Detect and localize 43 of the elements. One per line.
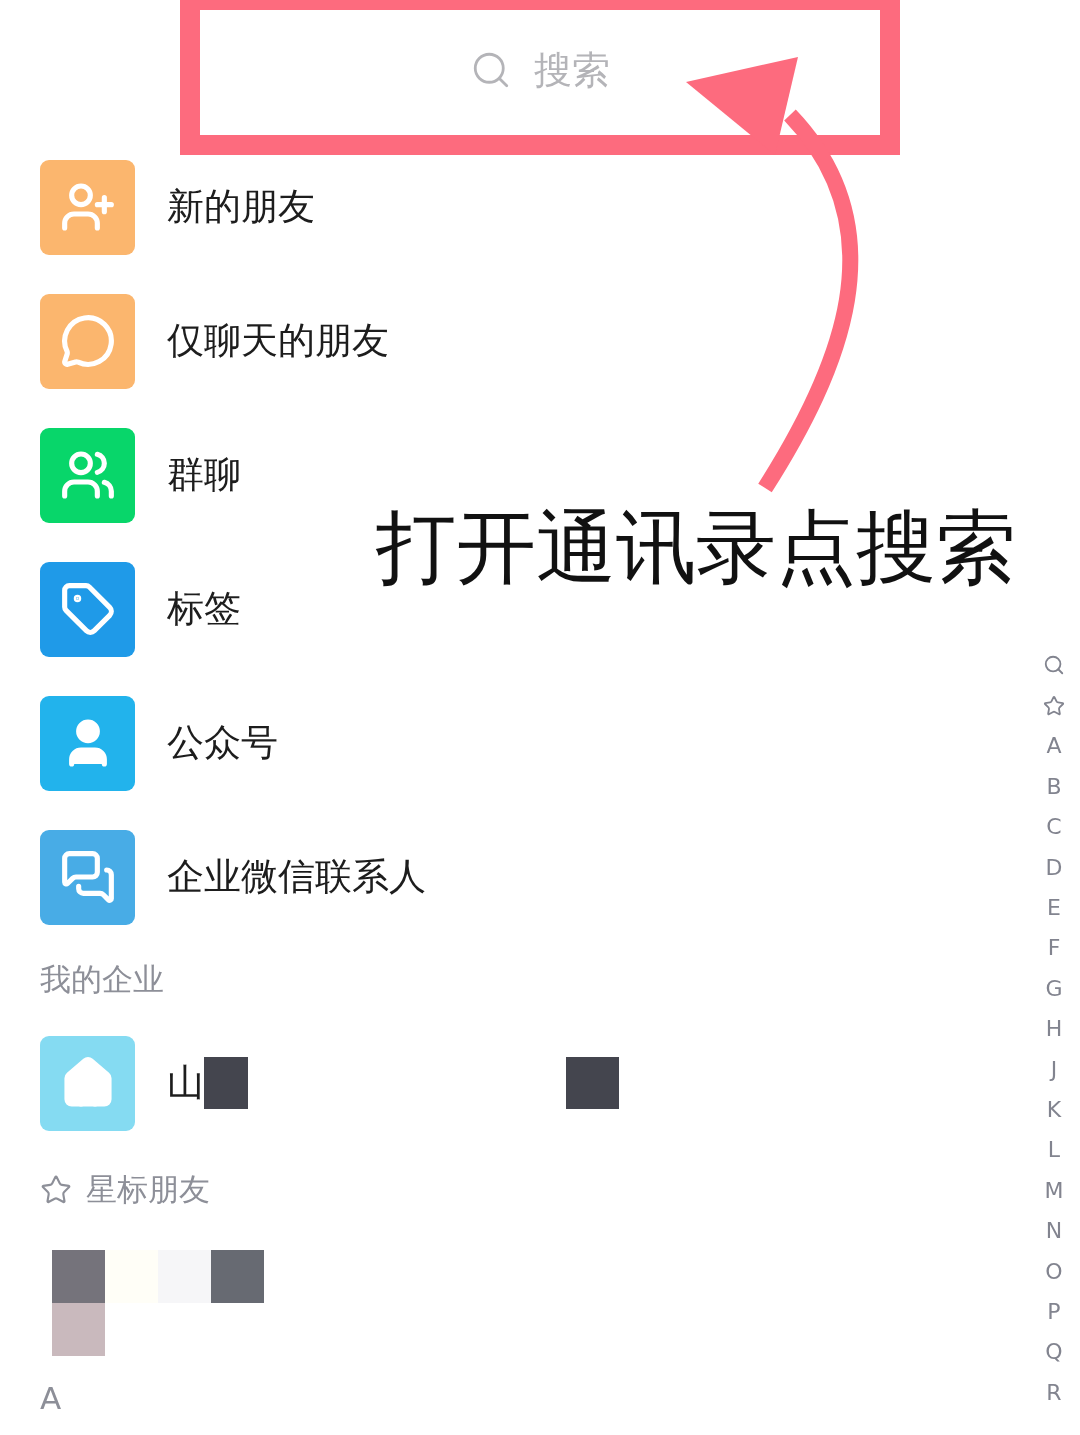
- index-letter[interactable]: O: [1045, 1250, 1063, 1292]
- section-letter: A: [40, 1380, 62, 1416]
- index-letter[interactable]: G: [1045, 968, 1063, 1009]
- index-letter[interactable]: C: [1046, 806, 1062, 847]
- chats-icon: [59, 849, 116, 905]
- menu-item-label[interactable]: 公众号: [167, 718, 278, 768]
- contact-category-icon[interactable]: [40, 829, 135, 925]
- star-icon[interactable]: [1043, 694, 1065, 717]
- contact-category-icon[interactable]: [40, 561, 135, 657]
- index-letter[interactable]: P: [1047, 1291, 1061, 1332]
- menu-item-label[interactable]: 新的朋友: [167, 182, 315, 232]
- index-letter[interactable]: K: [1046, 1089, 1062, 1130]
- index-letter[interactable]: B: [1046, 766, 1062, 807]
- search-icon[interactable]: [1043, 654, 1065, 677]
- index-letter[interactable]: E: [1047, 887, 1061, 928]
- index-letter[interactable]: A: [1046, 725, 1062, 767]
- menu-item-label[interactable]: 企业微信联系人: [167, 852, 426, 902]
- index-letter[interactable]: M: [1044, 1170, 1064, 1211]
- tag-icon: [59, 581, 116, 637]
- menu-item-label[interactable]: 标签: [167, 584, 241, 634]
- section-header: 星标朋友: [86, 1170, 210, 1209]
- redaction-block: [566, 1057, 619, 1109]
- menu-item-label[interactable]: 群聊: [167, 450, 241, 500]
- star-icon: [40, 1174, 72, 1206]
- annotation-caption: 打开通讯录点搜索: [376, 500, 1016, 596]
- redaction-block: [204, 1057, 248, 1109]
- index-letter[interactable]: J: [1050, 1048, 1058, 1090]
- index-letter[interactable]: N: [1045, 1210, 1063, 1251]
- index-letter[interactable]: F: [1047, 927, 1061, 969]
- index-letter[interactable]: D: [1045, 846, 1063, 888]
- menu-item-label[interactable]: 仅聊天的朋友: [167, 316, 389, 366]
- enterprise-icon[interactable]: [40, 1035, 135, 1131]
- index-letter[interactable]: L: [1047, 1129, 1061, 1171]
- contact-category-icon[interactable]: [40, 293, 135, 389]
- contact-category-icon[interactable]: [40, 159, 135, 255]
- contact-category-icon[interactable]: [40, 427, 135, 523]
- index-letter[interactable]: R: [1046, 1372, 1062, 1413]
- contact-category-icon[interactable]: [40, 695, 135, 791]
- index-letter[interactable]: H: [1045, 1008, 1063, 1049]
- enterprise-name[interactable]: 山: [167, 1058, 204, 1108]
- section-header: 我的企业: [40, 960, 164, 999]
- search-field[interactable]: 搜索: [190, 0, 890, 140]
- index-letter[interactable]: Q: [1045, 1331, 1063, 1373]
